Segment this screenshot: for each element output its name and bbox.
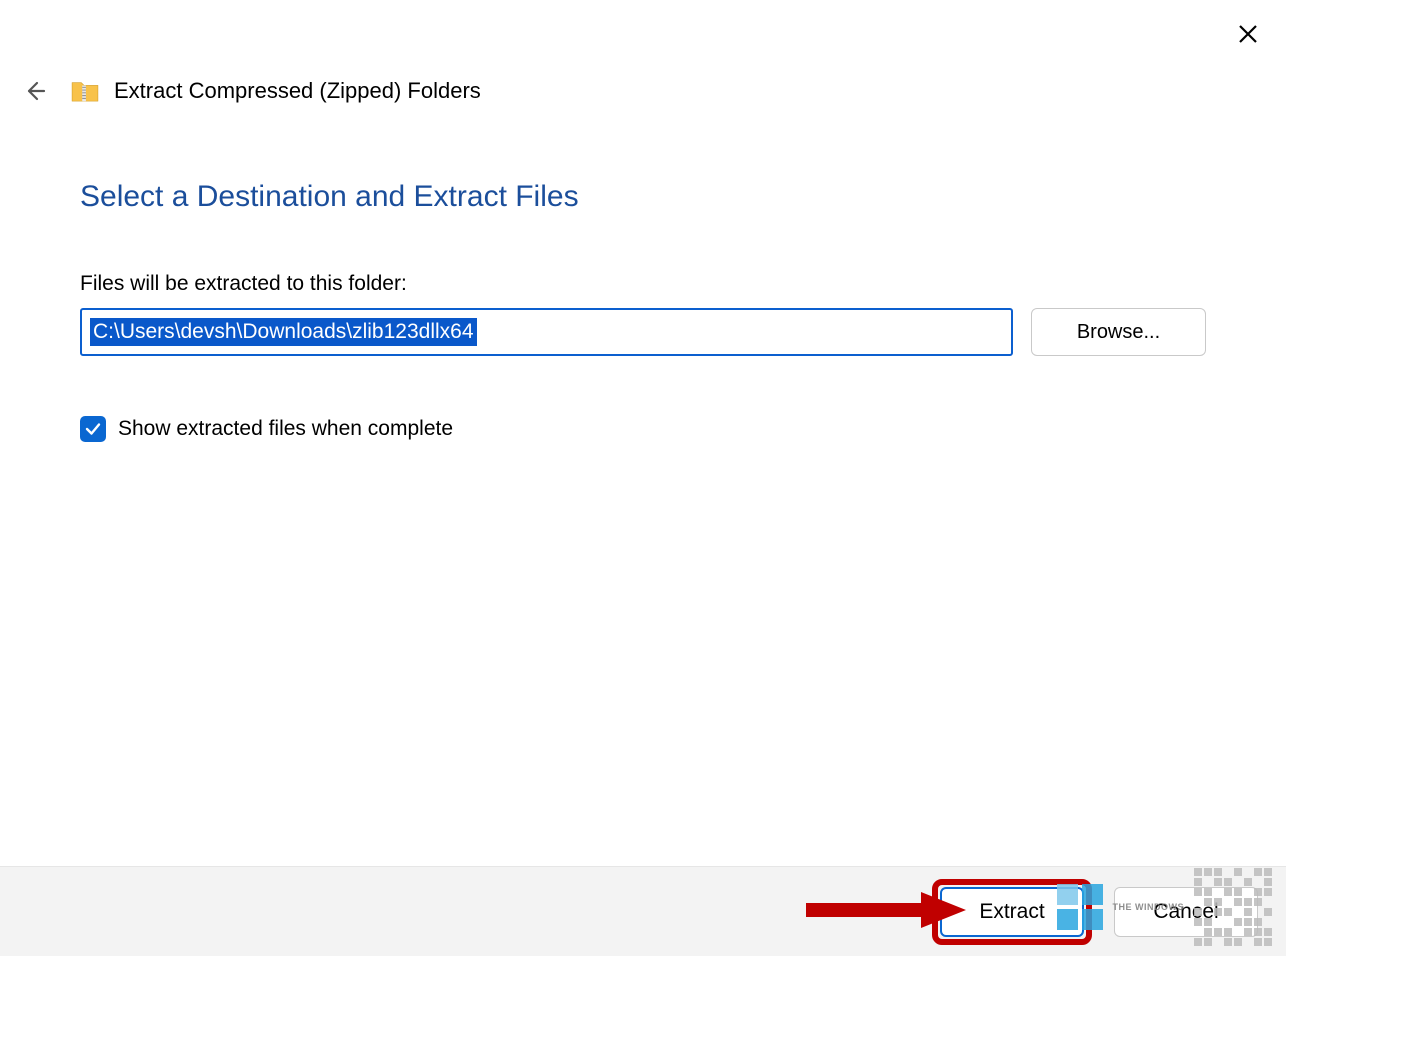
extract-button[interactable]: Extract — [940, 887, 1084, 937]
dialog-header: Extract Compressed (Zipped) Folders — [20, 78, 481, 104]
close-button[interactable] — [1232, 18, 1264, 50]
back-arrow-icon[interactable] — [20, 79, 48, 103]
dialog-title: Extract Compressed (Zipped) Folders — [114, 78, 481, 104]
page-heading: Select a Destination and Extract Files — [80, 180, 1206, 214]
show-files-checkbox[interactable] — [80, 416, 106, 442]
browse-button[interactable]: Browse... — [1031, 308, 1206, 356]
dialog-content: Select a Destination and Extract Files F… — [80, 180, 1206, 442]
destination-path-value: C:\Users\devsh\Downloads\zlib123dllx64 — [90, 318, 477, 346]
destination-path-label: Files will be extracted to this folder: — [80, 272, 1206, 296]
zipped-folder-icon — [70, 79, 100, 103]
show-files-checkbox-label: Show extracted files when complete — [118, 417, 453, 441]
destination-path-input[interactable]: C:\Users\devsh\Downloads\zlib123dllx64 — [80, 308, 1013, 356]
extract-button-highlight: Extract — [932, 879, 1092, 945]
dialog-footer: Extract Cancel — [0, 866, 1286, 956]
cancel-button[interactable]: Cancel — [1114, 887, 1258, 937]
